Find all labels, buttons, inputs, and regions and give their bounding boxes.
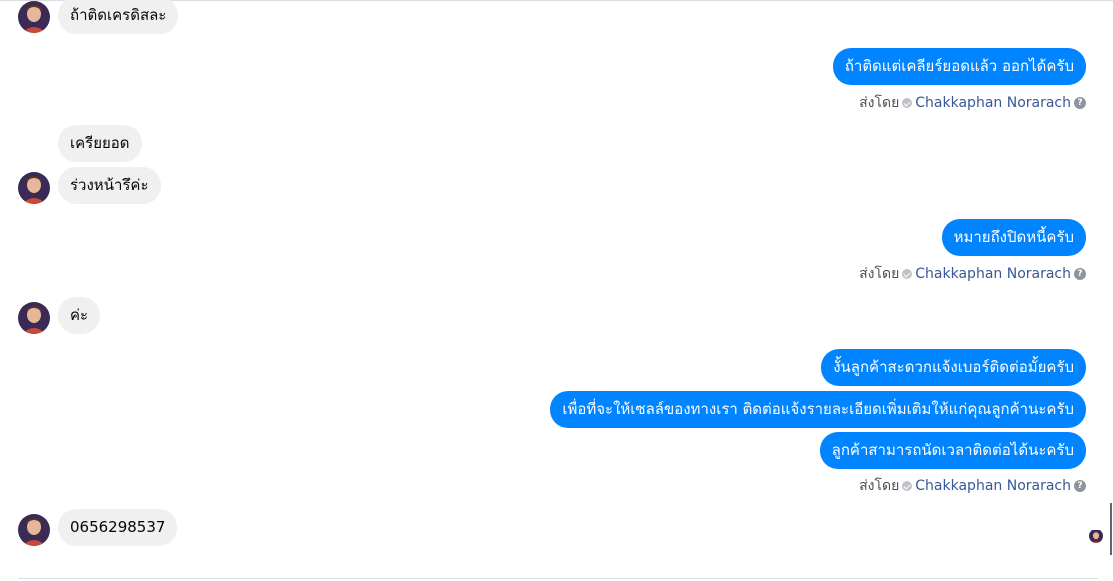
contact-avatar[interactable] (18, 1, 50, 33)
outgoing-message[interactable]: หมายถึงปิดหนี้ครับ (941, 219, 1086, 256)
outgoing-message[interactable]: เพื่อที่จะให้เซลล์ของทางเรา ติดต่อแจ้งรา… (550, 391, 1086, 428)
contact-avatar[interactable] (18, 172, 50, 204)
sender-name[interactable]: Chakkaphan Norarach (915, 478, 1071, 494)
outgoing-message[interactable]: งั้นลูกค้าสะดวกแจ้งเบอร์ติดต่อมั้ยครับ (821, 349, 1086, 386)
check-icon (902, 269, 913, 279)
composer-divider (18, 578, 1098, 579)
help-icon[interactable]: ? (1074, 97, 1086, 109)
help-icon[interactable]: ? (1074, 480, 1086, 492)
seen-indicator-avatar (1089, 529, 1103, 543)
profile-photo-icon (18, 514, 50, 546)
contact-avatar[interactable] (18, 514, 50, 546)
profile-photo-icon (18, 172, 50, 204)
check-icon (902, 98, 913, 108)
sent-by-label: ส่งโดย (859, 266, 900, 282)
profile-photo-icon (18, 1, 50, 33)
scrollbar-thumb[interactable] (1110, 503, 1112, 555)
sent-by-info: ส่งโดย Chakkaphan Norarach ? (859, 263, 1086, 285)
profile-photo-icon (1089, 530, 1103, 543)
sender-name[interactable]: Chakkaphan Norarach (915, 95, 1071, 111)
incoming-message[interactable]: ถ้าติดเครดิสละ (58, 0, 179, 34)
outgoing-message[interactable]: ลูกค้าสามารถนัดเวลาติดต่อได้นะครับ (819, 432, 1086, 469)
sent-by-info: ส่งโดย Chakkaphan Norarach ? (859, 475, 1086, 497)
profile-photo-icon (18, 302, 50, 334)
sender-name[interactable]: Chakkaphan Norarach (915, 266, 1071, 282)
incoming-message[interactable]: เครียยอด (58, 125, 142, 162)
help-icon[interactable]: ? (1074, 268, 1086, 280)
contact-avatar[interactable] (18, 302, 50, 334)
outgoing-message[interactable]: ถ้าติดแต่เคลียร์ยอดแล้ว ออกได้ครับ (832, 48, 1086, 85)
incoming-message[interactable]: ร่วงหน้ารึค่ะ (58, 167, 161, 204)
incoming-message[interactable]: 0656298537 (58, 509, 178, 546)
check-icon (902, 481, 913, 491)
sent-by-label: ส่งโดย (859, 478, 900, 494)
sent-by-info: ส่งโดย Chakkaphan Norarach ? (859, 92, 1086, 114)
sent-by-label: ส่งโดย (859, 95, 900, 111)
incoming-message[interactable]: ค่ะ (58, 297, 101, 334)
